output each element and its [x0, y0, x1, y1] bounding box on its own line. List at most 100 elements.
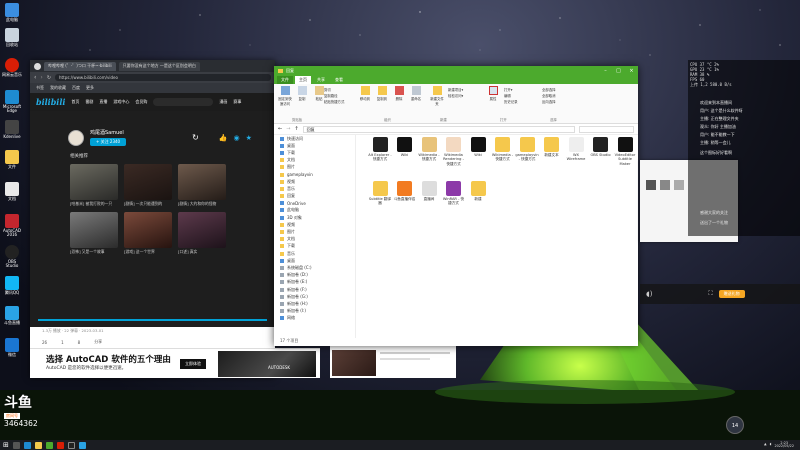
nav-item[interactable]: 系统磁盘 (C:) [274, 264, 355, 271]
nav-item[interactable]: 新加卷 (I:) [274, 308, 355, 315]
file-item[interactable]: Subtitle 翻译器 [368, 181, 392, 206]
nav-item[interactable]: 网络 [274, 315, 355, 322]
rename-button[interactable]: 重命名 [409, 86, 423, 101]
file-item[interactable]: 直播间 [417, 181, 441, 201]
bookmark-item[interactable]: 更多 [86, 85, 94, 91]
minimize-icon[interactable]: – [599, 68, 612, 74]
easy-access-button[interactable]: 轻松访问▾ [448, 93, 463, 99]
volume-tray-icon[interactable]: ◖ [770, 442, 772, 446]
file-item[interactable]: WinRAR - 快捷方式 [442, 181, 466, 206]
bookmark-item[interactable]: 书签 [36, 85, 44, 91]
nav-item[interactable]: 桌面 [274, 257, 355, 264]
taskbar-app-icon[interactable] [45, 441, 53, 449]
browser-tab-1[interactable]: 只要你没有这个地方 一是这个区别会明白 [118, 61, 200, 71]
clock[interactable]: 2:23 2022/05/22 [774, 441, 794, 449]
related-video-thumb[interactable] [124, 212, 172, 248]
follow-button[interactable]: + 关注 2340 [90, 138, 127, 146]
desktop-icon-recycle-bin[interactable]: 回收站 [1, 28, 23, 47]
reload-icon[interactable]: ↻ [47, 75, 51, 81]
maximize-icon[interactable]: □ [612, 68, 625, 74]
nav-item[interactable]: gameplayvin [274, 171, 355, 178]
taskbar-app-icon[interactable] [67, 441, 75, 449]
bookmark-item[interactable]: 百度 [72, 85, 80, 91]
file-item[interactable]: Wikimedia - 快捷方式 [417, 137, 441, 162]
file-item[interactable]: Wiki [466, 137, 490, 157]
desktop-icon-douyu[interactable]: 斗鱼直播 [1, 306, 23, 325]
nav-item[interactable]: OneDrive [274, 200, 355, 207]
desktop-icon-kdenlive[interactable]: Kdenlive [1, 120, 23, 139]
copy-to-button[interactable]: 复制到 [375, 86, 389, 101]
nav-item[interactable]: 图片 [274, 164, 355, 171]
related-video-caption[interactable]: [剧情] 大约和你的怪物 [178, 201, 226, 207]
close-icon[interactable]: × [625, 68, 638, 74]
start-icon[interactable]: ⊞ [3, 441, 9, 449]
path-field[interactable]: 回复 [302, 125, 575, 133]
related-video-thumb[interactable] [178, 164, 226, 200]
nav-link[interactable]: 番剧 [85, 99, 93, 105]
related-video-caption[interactable]: [游戏] 这一个世界 [124, 249, 172, 255]
nav-item[interactable]: 视频 [274, 221, 355, 228]
url-field[interactable]: https://www.bilibili.com/video [55, 74, 271, 81]
fullscreen-icon[interactable]: ⛶ [708, 290, 712, 298]
like-count[interactable]: 26 [42, 340, 47, 345]
file-item[interactable]: 斗鱼直播伴侣 [393, 181, 417, 201]
nav-item[interactable]: 文档 [274, 236, 355, 243]
tab-home[interactable]: 主页 [295, 76, 311, 84]
desktop-icon-edge[interactable]: Microsoft Edge [1, 90, 23, 114]
forward-icon[interactable]: › [40, 74, 42, 81]
nav-item[interactable]: 下载 [274, 149, 355, 156]
desktop-icon-qq[interactable]: 腾讯QQ [1, 276, 23, 295]
nav-item[interactable]: 文档 [274, 157, 355, 164]
desktop-icon-wechat[interactable]: 微信 [1, 338, 23, 357]
file-item[interactable]: Wikimedia - 快捷方式 [491, 137, 515, 162]
bookmark-item[interactable]: 我的收藏 [50, 85, 66, 91]
pin-quick-access-button[interactable]: 固定到快速访问 [278, 86, 292, 106]
delete-button[interactable]: 删除 [392, 86, 406, 101]
related-video-caption[interactable]: [剧情] 一次只能遇到的 [124, 201, 172, 207]
desktop-icon-obs[interactable]: OBS Studio [1, 245, 23, 269]
nav-link[interactable]: 直播 [99, 99, 107, 105]
nav-item[interactable]: 下载 [274, 243, 355, 250]
nav-item[interactable]: 视频 [274, 178, 355, 185]
properties-button[interactable]: 属性 [486, 86, 500, 101]
nav-item[interactable]: 新加卷 (E:) [274, 279, 355, 286]
history-button[interactable]: 历史记录 [504, 99, 518, 105]
search-icon[interactable] [12, 441, 20, 449]
related-video-thumb[interactable] [70, 164, 118, 200]
related-video-caption[interactable]: [口述] 真实 [178, 249, 226, 255]
nav-item[interactable]: 3D 对象 [274, 214, 355, 221]
gift-button[interactable]: 赠送礼物 [718, 290, 745, 298]
nav-link[interactable]: 赛事 [233, 99, 241, 105]
invert-selection-button[interactable]: 反向选择 [542, 99, 556, 105]
nav-item[interactable]: 新加卷 (G:) [274, 293, 355, 300]
file-item[interactable]: 新建 [466, 181, 490, 201]
nav-item[interactable]: 图片 [274, 228, 355, 235]
file-item[interactable]: WX Wireframe [564, 137, 588, 162]
taskbar-app-icon[interactable] [56, 441, 64, 449]
nav-item[interactable]: 音乐 [274, 250, 355, 257]
bilibili-search-input[interactable] [153, 98, 214, 106]
desktop-icon-autocad[interactable]: AutoCAD 2016 [1, 214, 23, 238]
desktop-icon-docs[interactable]: 文档 [1, 182, 23, 201]
back-icon[interactable]: ← [278, 126, 282, 132]
share-button[interactable]: 分享 [94, 339, 102, 345]
nav-item[interactable]: 快速访问 [274, 135, 355, 142]
network-icon[interactable]: ▲ [764, 442, 767, 446]
related-video-caption[interactable]: [恐怖] 又是一个故事 [70, 249, 118, 255]
move-to-button[interactable]: 移动到 [358, 86, 372, 101]
browser-tab-0[interactable]: 哔哩哔哩 (゜-゜)つロ 干杯~-bilibili [44, 61, 116, 71]
nav-item[interactable]: 新加卷 (F:) [274, 286, 355, 293]
taskbar-app-icon[interactable] [78, 441, 86, 449]
volume-icon[interactable]: ◖) [646, 290, 652, 298]
file-item[interactable]: VideoEditor Subtitle Maker [613, 137, 637, 166]
tab-view[interactable]: 查看 [331, 76, 347, 84]
taskbar-app-icon[interactable] [23, 441, 31, 449]
floating-badge[interactable]: 14 [726, 416, 744, 434]
copy-button[interactable]: 复制 [295, 86, 309, 106]
file-item[interactable]: Wikimedia Rendering - 快捷方式 [442, 137, 466, 166]
desktop-icon-netease-music[interactable]: 网易云音乐 [1, 58, 23, 77]
nav-link[interactable]: 首页 [71, 99, 79, 105]
file-item[interactable]: gameplayvin - 快捷方式 [515, 137, 539, 162]
coin-count[interactable]: 1 [61, 340, 64, 345]
fav-count[interactable]: 8 [78, 340, 81, 345]
